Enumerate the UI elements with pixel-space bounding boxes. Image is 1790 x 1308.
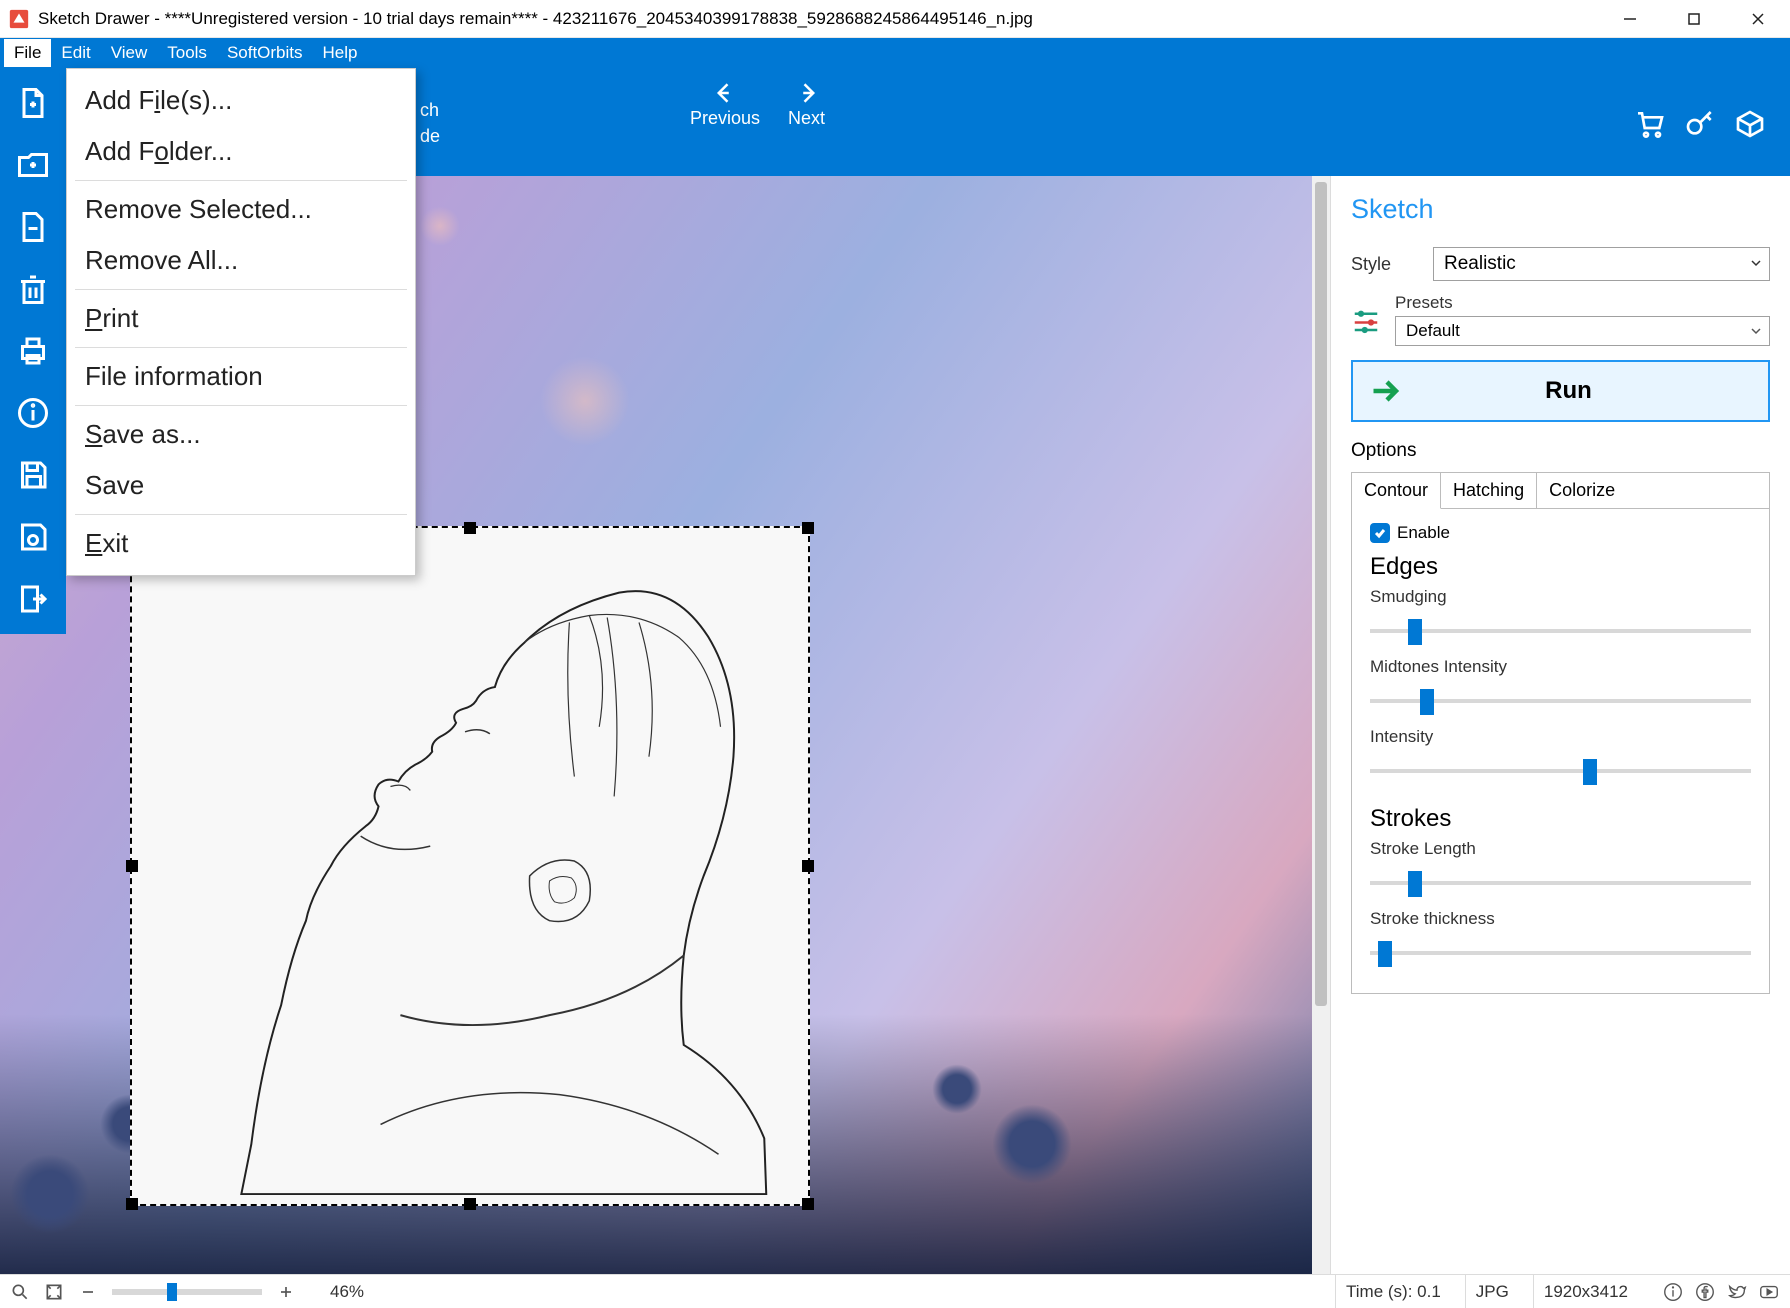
menu-softorbits[interactable]: SoftOrbits xyxy=(217,39,313,67)
run-label: Run xyxy=(1421,377,1768,405)
menu-remove-selected[interactable]: Remove Selected... xyxy=(67,184,415,235)
zoom-slider[interactable] xyxy=(112,1289,262,1295)
cube-icon[interactable] xyxy=(1734,108,1766,140)
selection-rect[interactable] xyxy=(130,526,810,1206)
youtube-icon[interactable] xyxy=(1758,1281,1780,1303)
midtones-label: Midtones Intensity xyxy=(1370,657,1751,677)
stroke-thickness-slider[interactable] xyxy=(1370,933,1751,973)
status-dims: 1920x3412 xyxy=(1533,1275,1638,1308)
previous-button[interactable]: Previous xyxy=(690,68,760,129)
arrow-right-icon xyxy=(792,78,822,108)
tab-hatching[interactable]: Hatching xyxy=(1441,473,1537,509)
exit-button[interactable] xyxy=(0,570,66,628)
sliders-icon[interactable] xyxy=(1351,305,1381,335)
sketch-preview xyxy=(132,528,808,1204)
style-value: Realistic xyxy=(1444,253,1516,275)
menubar: File Edit View Tools SoftOrbits Help xyxy=(0,38,1790,68)
chevron-down-icon xyxy=(1750,257,1762,269)
sketch-heading: Sketch xyxy=(1351,194,1770,225)
menu-tools[interactable]: Tools xyxy=(157,39,217,67)
save-as-button[interactable] xyxy=(0,446,66,504)
close-button[interactable] xyxy=(1726,0,1790,37)
facebook-icon[interactable] xyxy=(1694,1281,1716,1303)
fit-screen-icon[interactable] xyxy=(44,1282,64,1302)
add-folder-button[interactable] xyxy=(0,136,66,194)
tab-body: Enable Edges Smudging Midtones Intensity… xyxy=(1351,509,1770,994)
options-label: Options xyxy=(1351,440,1770,462)
stroke-thickness-label: Stroke thickness xyxy=(1370,909,1751,929)
menu-exit[interactable]: Exit xyxy=(67,518,415,569)
canvas-scrollbar[interactable] xyxy=(1312,176,1330,1274)
menu-edit[interactable]: Edit xyxy=(51,39,100,67)
remove-all-button[interactable] xyxy=(0,260,66,318)
style-label: Style xyxy=(1351,254,1419,275)
status-time: Time (s): 0.1 xyxy=(1335,1275,1451,1308)
stroke-length-label: Stroke Length xyxy=(1370,839,1751,859)
stroke-length-slider[interactable] xyxy=(1370,863,1751,903)
sketch-panel: Sketch Style Realistic Presets Default R… xyxy=(1330,176,1790,1274)
menu-view[interactable]: View xyxy=(101,39,158,67)
smudging-slider[interactable] xyxy=(1370,611,1751,651)
menu-add-folder[interactable]: Add Folder... xyxy=(67,126,415,177)
maximize-button[interactable] xyxy=(1662,0,1726,37)
app-icon xyxy=(8,8,30,30)
menu-help[interactable]: Help xyxy=(313,39,368,67)
tab-contour[interactable]: Contour xyxy=(1352,473,1441,509)
info-icon[interactable] xyxy=(1662,1281,1684,1303)
menu-file-info[interactable]: File information xyxy=(67,351,415,402)
add-file-button[interactable] xyxy=(0,74,66,132)
smudging-label: Smudging xyxy=(1370,587,1751,607)
cart-icon[interactable] xyxy=(1634,108,1666,140)
next-button[interactable]: Next xyxy=(788,68,825,129)
options-tabs: Contour Hatching Colorize xyxy=(1351,472,1770,509)
save-button[interactable] xyxy=(0,508,66,566)
presets-value: Default xyxy=(1406,321,1460,341)
window-title: Sketch Drawer - ****Unregistered version… xyxy=(38,9,1033,29)
intensity-label: Intensity xyxy=(1370,727,1751,747)
run-arrow-icon xyxy=(1369,373,1405,409)
key-icon[interactable] xyxy=(1684,108,1716,140)
vertical-toolbar xyxy=(0,68,66,634)
menu-add-files[interactable]: Add File(s)... xyxy=(67,75,415,126)
presets-label: Presets xyxy=(1395,293,1770,313)
print-button[interactable] xyxy=(0,322,66,380)
titlebar: Sketch Drawer - ****Unregistered version… xyxy=(0,0,1790,38)
ribbon-partial-label-bottom: de xyxy=(420,126,440,147)
chevron-down-icon xyxy=(1750,325,1762,337)
zoom-tool-icon[interactable] xyxy=(10,1282,30,1302)
edges-heading: Edges xyxy=(1370,553,1751,581)
strokes-heading: Strokes xyxy=(1370,805,1751,833)
intensity-slider[interactable] xyxy=(1370,751,1751,791)
menu-print[interactable]: Print xyxy=(67,293,415,344)
status-format: JPG xyxy=(1465,1275,1519,1308)
enable-label: Enable xyxy=(1397,523,1450,543)
previous-label: Previous xyxy=(690,108,760,129)
menu-file[interactable]: File xyxy=(4,39,51,67)
menu-save[interactable]: Save xyxy=(67,460,415,511)
midtones-slider[interactable] xyxy=(1370,681,1751,721)
file-menu-dropdown: Add File(s)... Add Folder... Remove Sele… xyxy=(66,68,416,576)
zoom-in-icon[interactable] xyxy=(276,1282,296,1302)
remove-selected-button[interactable] xyxy=(0,198,66,256)
run-button[interactable]: Run xyxy=(1351,360,1770,422)
minimize-button[interactable] xyxy=(1598,0,1662,37)
zoom-percentage: 46% xyxy=(330,1282,364,1302)
statusbar: 46% Time (s): 0.1 JPG 1920x3412 xyxy=(0,1274,1790,1308)
presets-select[interactable]: Default xyxy=(1395,316,1770,346)
twitter-icon[interactable] xyxy=(1726,1281,1748,1303)
menu-remove-all[interactable]: Remove All... xyxy=(67,235,415,286)
zoom-out-icon[interactable] xyxy=(78,1282,98,1302)
style-select[interactable]: Realistic xyxy=(1433,247,1770,281)
tab-colorize[interactable]: Colorize xyxy=(1537,473,1769,509)
ribbon-partial-label-top: ch xyxy=(420,100,439,121)
enable-checkbox[interactable] xyxy=(1370,523,1390,543)
arrow-left-icon xyxy=(710,78,740,108)
menu-save-as[interactable]: Save as... xyxy=(67,409,415,460)
file-info-button[interactable] xyxy=(0,384,66,442)
next-label: Next xyxy=(788,108,825,129)
